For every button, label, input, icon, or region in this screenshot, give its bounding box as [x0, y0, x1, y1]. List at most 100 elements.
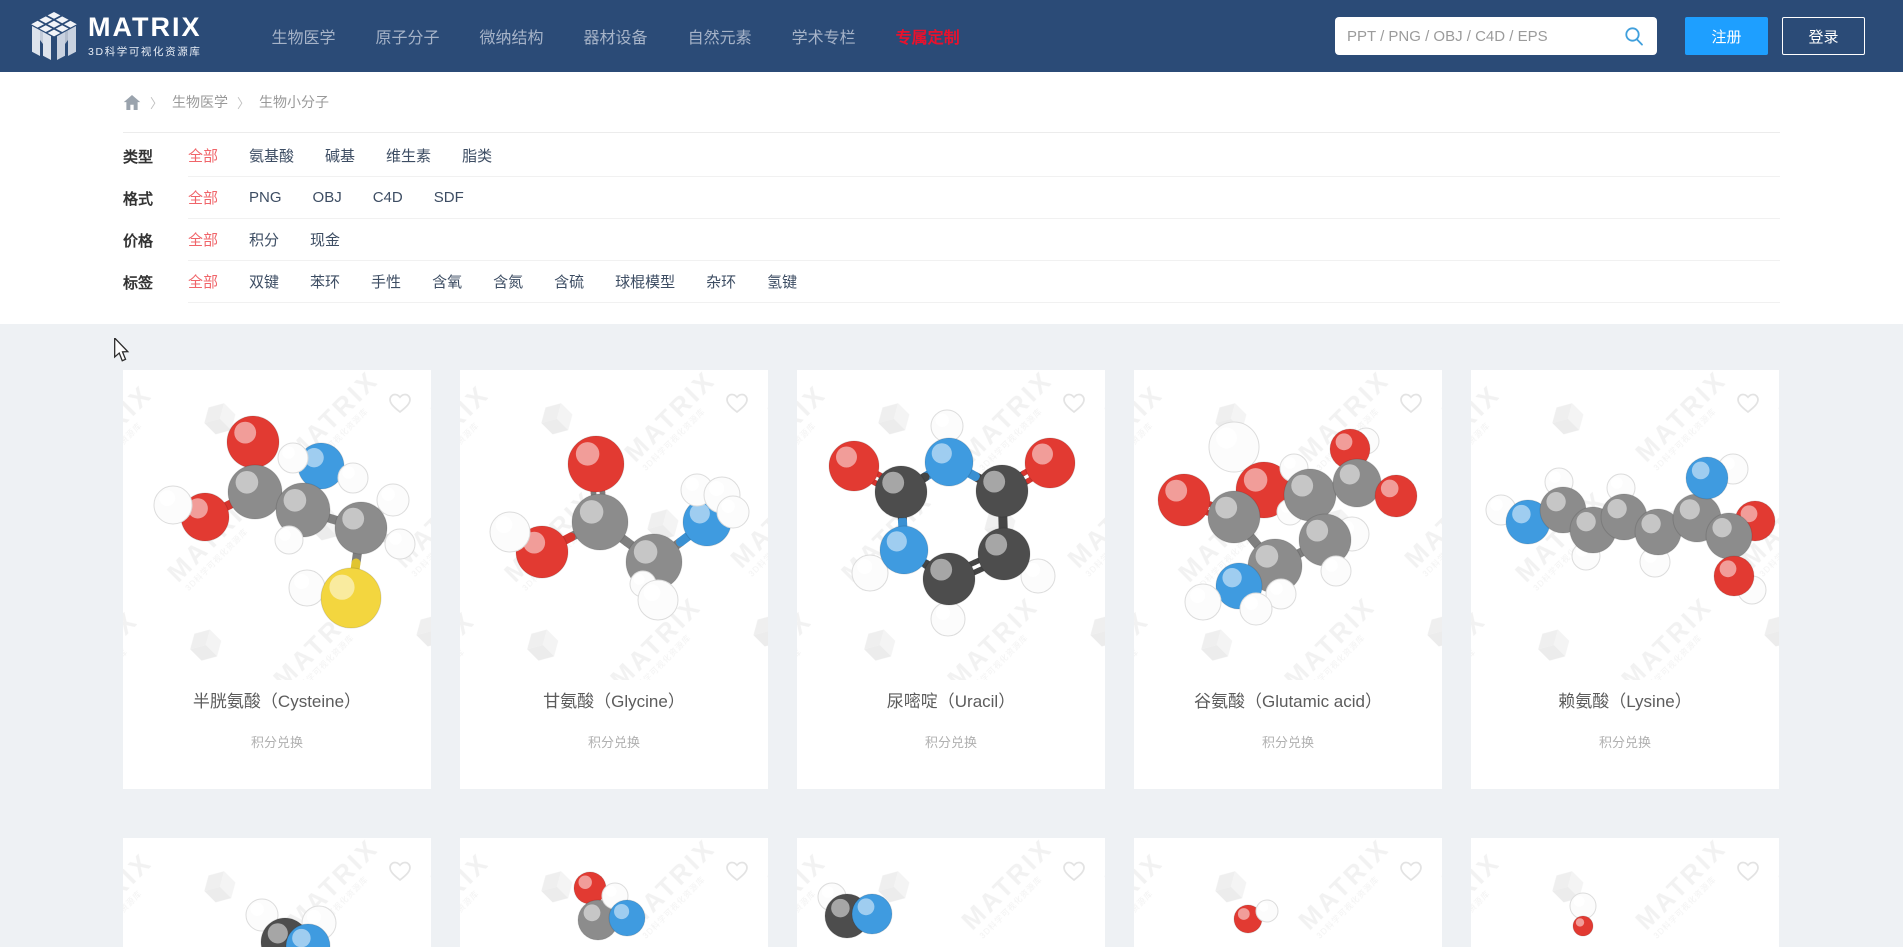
breadcrumb-separator: 〉	[237, 95, 251, 111]
product-image	[797, 838, 1105, 947]
filter-options: 全部 积分 现金	[188, 219, 1780, 261]
top-white-section: 〉生物医学〉生物小分子 类型 全部 氨基酸 碱基 维生素 脂类 格式 全部 PNG OBJ C4D S…	[0, 72, 1903, 324]
product-grid: 半胱氨酸（Cysteine） 积分兑换 甘氨酸（Glycine） 积分兑换 尿嘧啶（Ur…	[123, 370, 1780, 947]
register-button[interactable]: 注册	[1685, 17, 1768, 55]
brand-name: MATRIX	[88, 11, 202, 42]
filter-option[interactable]: OBJ	[313, 189, 342, 206]
product-price: 积分兑换	[1261, 735, 1314, 750]
product-title: 赖氨酸（Lysine）	[1558, 692, 1692, 711]
breadcrumb-item[interactable]: 生物小分子	[259, 92, 329, 112]
product-card[interactable]	[1134, 838, 1442, 947]
filter-option[interactable]: PNG	[249, 189, 282, 206]
nav-item-atom-molecule[interactable]: 原子分子	[376, 24, 440, 48]
filter-option[interactable]: 脂类	[462, 145, 492, 166]
filter-row: 类型 全部 氨基酸 碱基 维生素 脂类	[123, 135, 1780, 177]
favorite-heart-icon[interactable]	[724, 858, 750, 884]
product-image	[123, 838, 431, 947]
filter-option[interactable]: 含氮	[493, 271, 523, 292]
product-card[interactable]: 赖氨酸（Lysine） 积分兑换	[1471, 370, 1779, 789]
filter-label: 价格	[123, 232, 154, 250]
nav-item-academic-column[interactable]: 学术专栏	[792, 24, 856, 48]
filter-option[interactable]: 全部	[188, 145, 218, 166]
filter-option[interactable]: 氢键	[767, 271, 797, 292]
filter-option[interactable]: SDF	[434, 189, 464, 206]
filter-option[interactable]: 杂环	[706, 271, 736, 292]
filter-row: 格式 全部 PNG OBJ C4D SDF	[123, 177, 1780, 219]
product-title: 谷氨酸（Glutamic acid）	[1194, 692, 1382, 711]
favorite-heart-icon[interactable]	[724, 390, 750, 416]
filters-panel: 类型 全部 氨基酸 碱基 维生素 脂类 格式 全部 PNG OBJ C4D SDF 价格 全部 积分 现金 标签…	[123, 133, 1780, 303]
filter-option[interactable]: 碱基	[325, 145, 355, 166]
product-image	[460, 838, 768, 947]
nav-item-exclusive-custom[interactable]: 专属定制	[896, 24, 960, 48]
login-button[interactable]: 登录	[1782, 17, 1865, 55]
brand-logo[interactable]: MATRIX 3D科学可视化资源库	[30, 11, 202, 61]
filter-option[interactable]: 含硫	[554, 271, 584, 292]
product-price: 积分兑换	[587, 735, 640, 750]
product-price: 积分兑换	[250, 735, 303, 750]
favorite-heart-icon[interactable]	[1061, 858, 1087, 884]
product-image	[1471, 370, 1779, 680]
brand-subtitle: 3D科学可视化资源库	[88, 45, 202, 58]
product-card[interactable]	[1471, 838, 1779, 947]
filter-options: 全部 双键 苯环 手性 含氧 含氮 含硫 球棍模型 杂环 氢键	[188, 261, 1780, 303]
breadcrumb-separator: 〉	[150, 95, 164, 111]
product-price: 积分兑换	[924, 735, 977, 750]
product-image	[460, 370, 768, 680]
favorite-heart-icon[interactable]	[387, 858, 413, 884]
product-card[interactable]	[797, 838, 1105, 947]
filter-option[interactable]: 维生素	[386, 145, 431, 166]
mouse-cursor	[114, 338, 130, 362]
filter-option[interactable]: 球棍模型	[615, 271, 675, 292]
product-card[interactable]	[123, 838, 431, 947]
search-icon[interactable]	[1623, 25, 1645, 47]
product-card[interactable]: 甘氨酸（Glycine） 积分兑换	[460, 370, 768, 789]
product-title: 尿嘧啶（Uracil）	[886, 692, 1016, 711]
favorite-heart-icon[interactable]	[1061, 390, 1087, 416]
favorite-heart-icon[interactable]	[387, 390, 413, 416]
filter-option[interactable]: 积分	[249, 229, 279, 250]
nav-item-equipment[interactable]: 器材设备	[584, 24, 648, 48]
nav-item-natural-elements[interactable]: 自然元素	[688, 24, 752, 48]
favorite-heart-icon[interactable]	[1398, 858, 1424, 884]
filter-option[interactable]: 苯环	[310, 271, 340, 292]
nav-item-biomedicine[interactable]: 生物医学	[272, 24, 336, 48]
filter-option[interactable]: 全部	[188, 271, 218, 292]
filter-option[interactable]: 全部	[188, 229, 218, 250]
nav-item-micro-nano[interactable]: 微纳结构	[480, 24, 544, 48]
product-image	[1134, 838, 1442, 947]
filter-options: 全部 氨基酸 碱基 维生素 脂类	[188, 135, 1780, 177]
filter-label: 标签	[123, 274, 154, 292]
filter-option[interactable]: C4D	[373, 189, 403, 206]
filter-label: 类型	[123, 148, 154, 166]
search-input[interactable]	[1347, 27, 1623, 45]
home-icon[interactable]	[123, 94, 141, 111]
top-header: MATRIX 3D科学可视化资源库 生物医学 原子分子 微纳结构 器材设备 自然元素 学术…	[0, 0, 1903, 72]
search-box	[1335, 17, 1657, 55]
filter-option[interactable]: 含氧	[432, 271, 462, 292]
product-card[interactable]: 半胱氨酸（Cysteine） 积分兑换	[123, 370, 431, 789]
filter-option[interactable]: 氨基酸	[249, 145, 294, 166]
product-card[interactable]: 尿嘧啶（Uracil） 积分兑换	[797, 370, 1105, 789]
matrix-cube-logo-icon	[31, 12, 77, 60]
product-image	[1471, 838, 1779, 947]
filter-row: 价格 全部 积分 现金	[123, 219, 1780, 261]
favorite-heart-icon[interactable]	[1735, 858, 1761, 884]
filter-option[interactable]: 双键	[249, 271, 279, 292]
product-price: 积分兑换	[1598, 735, 1651, 750]
product-title: 甘氨酸（Glycine）	[543, 692, 685, 711]
product-image	[123, 370, 431, 680]
filter-options: 全部 PNG OBJ C4D SDF	[188, 177, 1780, 219]
product-card[interactable]: 谷氨酸（Glutamic acid） 积分兑换	[1134, 370, 1442, 789]
product-image	[797, 370, 1105, 680]
filter-row: 标签 全部 双键 苯环 手性 含氧 含氮 含硫 球棍模型 杂环 氢键	[123, 261, 1780, 303]
filter-option[interactable]: 手性	[371, 271, 401, 292]
filter-option[interactable]: 现金	[310, 229, 340, 250]
filter-option[interactable]: 全部	[188, 187, 218, 208]
breadcrumb-item[interactable]: 生物医学	[172, 92, 228, 112]
filter-label: 格式	[123, 190, 154, 208]
favorite-heart-icon[interactable]	[1735, 390, 1761, 416]
favorite-heart-icon[interactable]	[1398, 390, 1424, 416]
breadcrumb: 〉生物医学〉生物小分子	[123, 72, 1780, 133]
product-card[interactable]	[460, 838, 768, 947]
